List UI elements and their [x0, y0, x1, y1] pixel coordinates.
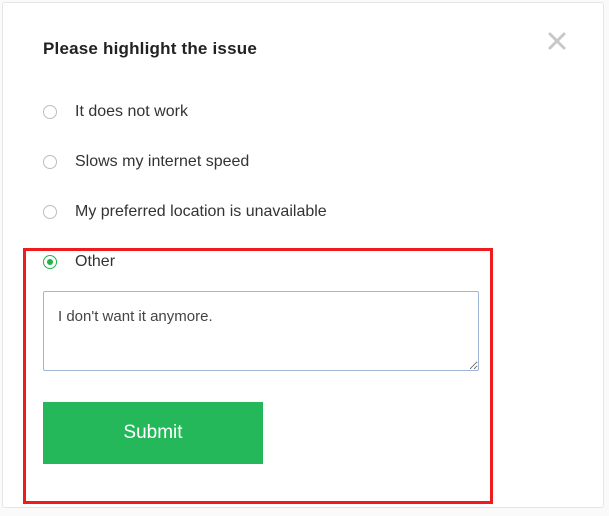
option-it-does-not-work[interactable]: It does not work: [43, 87, 563, 137]
option-location-unavailable[interactable]: My preferred location is unavailable: [43, 187, 563, 237]
submit-button[interactable]: Submit: [43, 402, 263, 464]
issue-dialog: Please highlight the issue It does not w…: [3, 3, 603, 507]
radio-icon: [43, 105, 57, 119]
option-slows-internet[interactable]: Slows my internet speed: [43, 137, 563, 187]
option-other[interactable]: Other: [43, 237, 563, 287]
option-label: My preferred location is unavailable: [75, 203, 327, 221]
dialog-title: Please highlight the issue: [43, 39, 563, 59]
annotation-highlight-box: [23, 248, 493, 504]
issue-options: It does not work Slows my internet speed…: [43, 87, 563, 287]
radio-icon: [43, 255, 57, 269]
other-reason-input[interactable]: [43, 291, 479, 371]
close-icon: [547, 31, 567, 51]
option-label: Slows my internet speed: [75, 153, 249, 171]
close-button[interactable]: [547, 31, 567, 51]
radio-icon: [43, 205, 57, 219]
option-label: It does not work: [75, 103, 188, 121]
radio-icon: [43, 155, 57, 169]
option-label: Other: [75, 253, 115, 271]
